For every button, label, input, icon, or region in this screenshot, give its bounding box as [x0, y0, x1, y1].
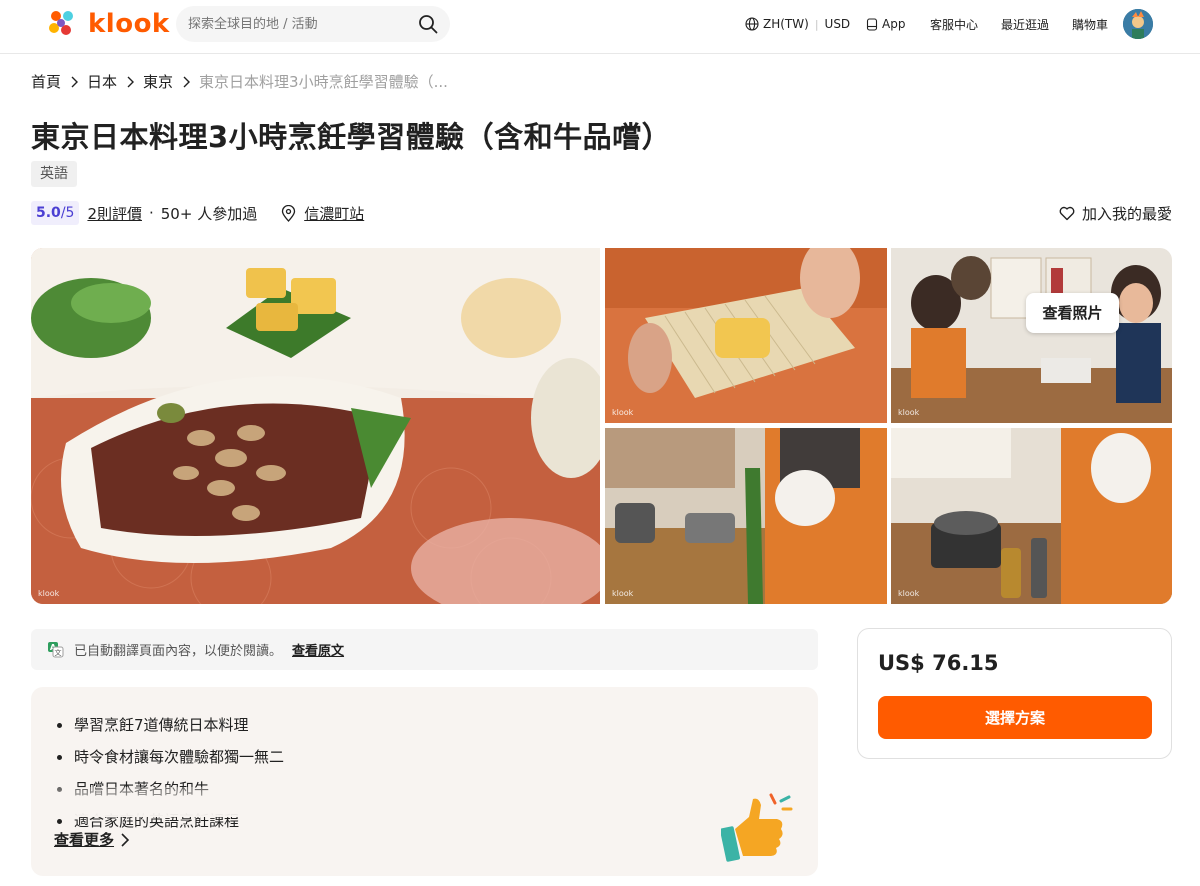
- user-avatar[interactable]: [1123, 9, 1153, 39]
- globe-icon: [745, 17, 759, 31]
- highlights-card: 學習烹飪7道傳統日本料理 時令食材讓每次體驗都獨一無二 品嚐日本著名的和牛 適合…: [31, 687, 818, 876]
- watermark: klook: [898, 408, 920, 417]
- currency-label: USD: [824, 17, 851, 31]
- select-package-button[interactable]: 選擇方案: [878, 696, 1152, 739]
- rating-value: 5.0: [36, 205, 61, 221]
- kitchen-stove-image: [891, 428, 1172, 604]
- bullet: [57, 722, 62, 728]
- translate-icon: A 文: [48, 642, 64, 658]
- highlights-list: 學習烹飪7道傳統日本料理 時令食材讓每次體驗都獨一無二 品嚐日本著名的和牛 適合…: [53, 709, 284, 837]
- customer-service-label: 客服中心: [930, 17, 979, 32]
- location-link[interactable]: 信濃町站: [304, 203, 364, 224]
- customer-service-link[interactable]: 客服中心: [930, 0, 978, 48]
- cooking-class-image: [891, 248, 1172, 423]
- reviews-link[interactable]: 2則評價: [87, 203, 142, 224]
- list-item: 學習烹飪7道傳統日本料理: [53, 709, 284, 741]
- highlight-text: 時令食材讓每次體驗都獨一無二: [74, 748, 285, 766]
- page-title: 東京日本料理3小時烹飪學習體驗（含和牛品嚐）: [31, 120, 672, 154]
- breadcrumb-home[interactable]: 首頁: [31, 71, 61, 92]
- watermark: klook: [612, 589, 634, 598]
- cart-link[interactable]: 購物車: [1072, 0, 1108, 48]
- breadcrumb-tokyo[interactable]: 東京: [143, 71, 173, 92]
- dot-separator: ·: [148, 204, 154, 222]
- recently-viewed-label: 最近逛過: [1001, 17, 1050, 32]
- search-input[interactable]: [188, 6, 408, 42]
- app-download-link[interactable]: App: [866, 0, 905, 48]
- translation-notice: A 文 已自動翻譯頁面內容，以便於閱讀。 查看原文: [31, 629, 818, 670]
- bullet: [57, 818, 62, 824]
- language-currency-selector[interactable]: ZH(TW) | USD: [745, 0, 850, 48]
- location[interactable]: 信濃町站: [281, 203, 364, 224]
- product-meta: 5.0/5 2則評價 · 50+ 人參加過 信濃町站: [31, 200, 364, 226]
- heart-icon: [1059, 206, 1075, 220]
- map-pin-icon: [282, 204, 296, 222]
- cart-label: 購物車: [1072, 17, 1109, 32]
- cucumber-prep-image: [605, 428, 887, 604]
- view-photos-button[interactable]: 查看照片: [1026, 293, 1119, 333]
- food-plate-image: [31, 248, 600, 604]
- booking-card: US$ 76.15 選擇方案: [857, 628, 1172, 759]
- brand-name: klook: [88, 9, 170, 39]
- top-header: klook ZH(TW) | USD App 客服中心 最近逛過 購物車: [0, 0, 1200, 54]
- see-more-button[interactable]: 查看更多: [54, 829, 130, 850]
- translation-notice-text: 已自動翻譯頁面內容，以便於閱讀。: [74, 644, 283, 659]
- chevron-right-icon: [121, 832, 130, 847]
- chevron-right-icon: [71, 76, 79, 87]
- breadcrumb-japan[interactable]: 日本: [87, 71, 117, 92]
- gallery-photo-1[interactable]: klook: [605, 248, 887, 423]
- list-item: 時令食材讓每次體驗都獨一無二: [53, 741, 284, 773]
- watermark: klook: [612, 408, 634, 417]
- see-more-label: 查看更多: [54, 831, 115, 849]
- sushi-mat-image: [605, 248, 887, 423]
- photo-gallery: klook klook klook klook klook: [31, 248, 1172, 604]
- price: US$ 76.15: [878, 651, 999, 675]
- gallery-photo-3[interactable]: klook: [605, 428, 887, 604]
- klook-logo[interactable]: klook: [44, 8, 170, 40]
- svg-text:文: 文: [55, 648, 62, 657]
- gallery-photo-2[interactable]: klook: [891, 248, 1172, 423]
- divider: |: [814, 17, 819, 31]
- view-original-link[interactable]: 查看原文: [292, 640, 344, 659]
- fade-overlay: [31, 787, 818, 817]
- avatar-image: [1123, 9, 1153, 39]
- gallery-photo-4[interactable]: klook: [891, 428, 1172, 604]
- rating-max: /5: [60, 205, 75, 221]
- bullet: [57, 754, 62, 760]
- search-icon[interactable]: [418, 14, 438, 34]
- main-photo[interactable]: klook: [31, 248, 600, 604]
- add-to-favorites-button[interactable]: 加入我的最愛: [1059, 200, 1172, 226]
- favorite-label: 加入我的最愛: [1081, 204, 1172, 223]
- app-label: App: [882, 17, 906, 31]
- phone-icon: [866, 17, 878, 31]
- watermark: klook: [38, 589, 60, 598]
- chevron-right-icon: [127, 76, 135, 87]
- watermark: klook: [898, 589, 920, 598]
- recently-viewed-link[interactable]: 最近逛過: [1001, 0, 1049, 48]
- breadcrumb: 首頁 日本 東京 東京日本料理3小時烹飪學習體驗（...: [31, 71, 448, 92]
- language-tag: 英語: [31, 161, 77, 187]
- klook-logo-icon: [49, 11, 73, 35]
- thumbs-up-illustration: [721, 793, 793, 862]
- search-bar[interactable]: [176, 6, 450, 42]
- chevron-right-icon: [183, 76, 191, 87]
- highlight-text: 學習烹飪7道傳統日本料理: [74, 716, 249, 734]
- language-label: ZH(TW): [763, 17, 809, 31]
- participants-count: 50+ 人參加過: [160, 204, 258, 223]
- breadcrumb-current: 東京日本料理3小時烹飪學習體驗（...: [199, 73, 448, 91]
- rating-badge: 5.0/5: [31, 201, 80, 225]
